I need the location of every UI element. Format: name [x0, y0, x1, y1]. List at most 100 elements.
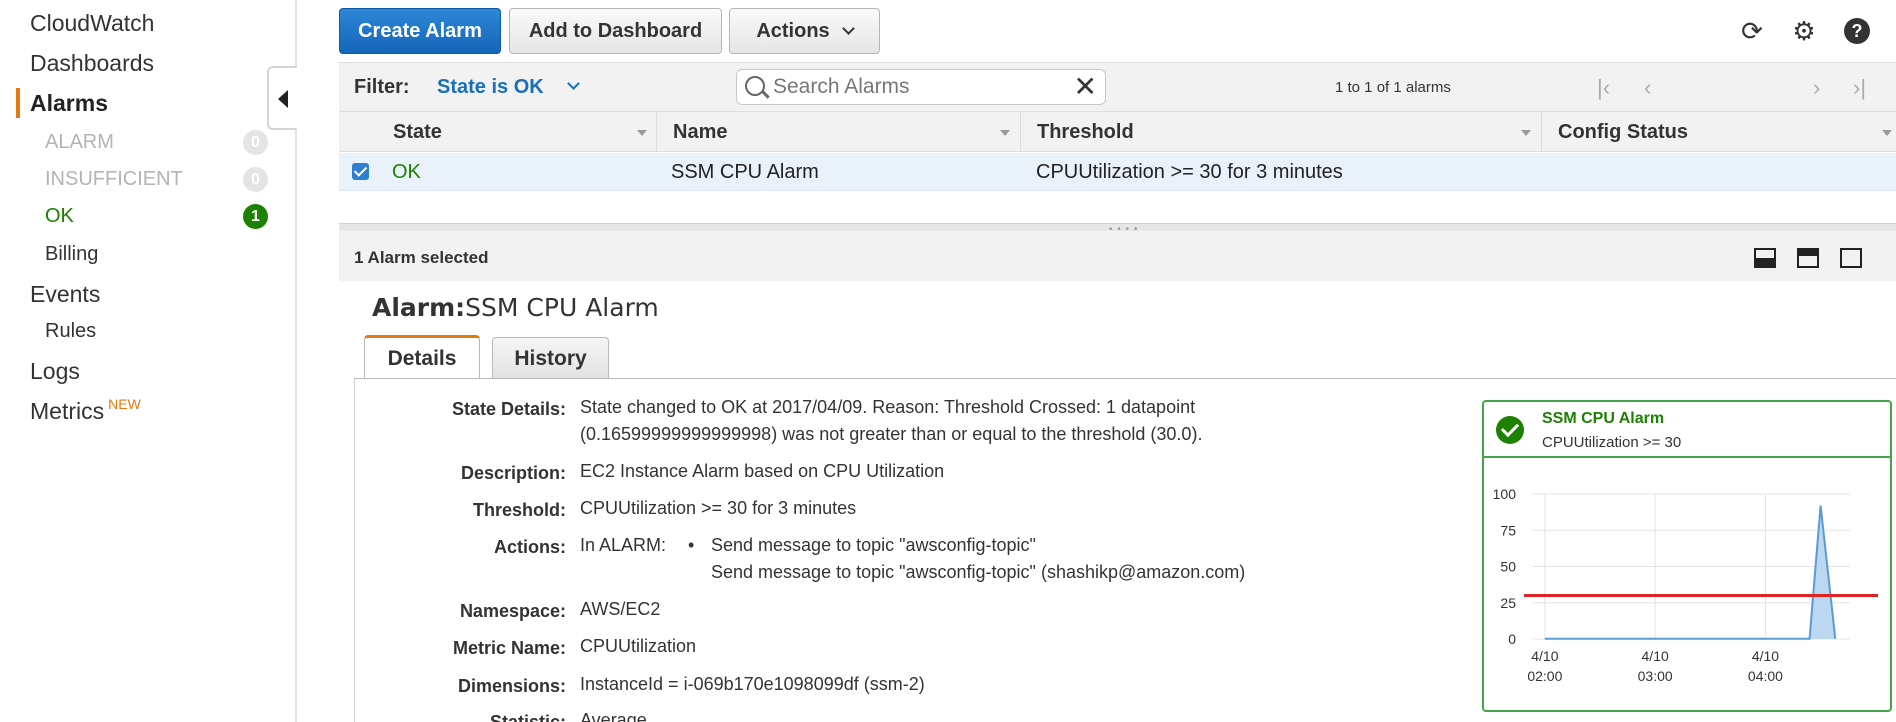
y-tick-label: 0 — [1508, 631, 1516, 647]
new-badge: NEW — [108, 396, 141, 412]
sidebar-item-billing[interactable]: Billing — [45, 243, 98, 266]
mini-chart-plot: 0 25 50 75 100 4/10 02:00 4/10 03:00 4/10 04:00 — [1493, 486, 1878, 684]
create-alarm-button[interactable]: Create Alarm — [339, 8, 501, 54]
mini-chart-subtitle: CPUUtilization >= 30 — [1542, 434, 1682, 451]
x-tick-label: 4/10 — [1752, 648, 1779, 664]
alarm-title: Alarm:SSM CPU Alarm — [372, 293, 659, 322]
row-state: OK — [392, 161, 421, 183]
column-header-threshold[interactable]: Threshold — [1037, 121, 1134, 144]
row-threshold: CPUUtilization >= 30 for 3 minutes — [1036, 161, 1343, 183]
tab-history[interactable]: History — [492, 337, 609, 379]
first-page-icon[interactable]: |‹ — [1597, 75, 1610, 101]
sort-caret-icon[interactable] — [1521, 130, 1531, 136]
table-row[interactable]: OK SSM CPU Alarm CPUUtilization >= 30 fo… — [339, 153, 1896, 191]
sort-caret-icon[interactable] — [637, 130, 647, 136]
column-header-config-status[interactable]: Config Status — [1558, 121, 1688, 144]
state-details-value-line1: State changed to OK at 2017/04/09. Reaso… — [580, 397, 1196, 417]
collapse-sidebar-button[interactable] — [267, 66, 297, 130]
selection-bar: 1 Alarm selected — [339, 231, 1896, 281]
row-checkbox[interactable] — [352, 163, 369, 180]
actions-state: In ALARM: — [580, 535, 667, 555]
layout-bottom-icon[interactable] — [1754, 248, 1776, 268]
description-value: EC2 Instance Alarm based on CPU Utilizat… — [580, 461, 945, 481]
clear-search-icon[interactable]: ✕ — [1074, 72, 1097, 102]
sidebar-item-cloudwatch[interactable]: CloudWatch — [30, 10, 154, 37]
y-tick-label: 75 — [1500, 522, 1516, 538]
panel-resize-handle[interactable]: • • • • — [339, 223, 1896, 235]
svg-text:?: ? — [1852, 21, 1863, 41]
search-icon — [745, 76, 765, 96]
sort-caret-icon[interactable] — [1000, 130, 1010, 136]
column-divider — [1541, 112, 1542, 152]
x-tick-label: 4/10 — [1531, 648, 1558, 664]
action-item: Send message to topic "awsconfig-topic" — [711, 535, 1036, 555]
state-details-label: State Details: — [451, 399, 566, 419]
next-page-icon[interactable]: › — [1813, 75, 1820, 101]
row-name: SSM CPU Alarm — [671, 161, 819, 183]
previous-page-icon[interactable]: ‹ — [1644, 75, 1651, 101]
add-to-dashboard-button[interactable]: Add to Dashboard — [509, 8, 722, 54]
sidebar-item-ok-state[interactable]: OK — [45, 205, 74, 228]
mini-chart-header: SSM CPU Alarm CPUUtilization >= 30 — [1484, 402, 1890, 458]
insufficient-count-badge: 0 — [243, 167, 268, 192]
sort-caret-icon[interactable] — [1882, 130, 1892, 136]
help-icon[interactable]: ? — [1842, 16, 1872, 46]
dimensions-value: InstanceId = i-069b170e1098099df (ssm-2) — [580, 674, 925, 694]
alarm-count-badge: 0 — [243, 130, 268, 155]
last-page-icon[interactable]: ›| — [1853, 75, 1866, 101]
column-divider — [656, 112, 657, 152]
column-header-name[interactable]: Name — [673, 121, 727, 144]
y-tick-label: 25 — [1500, 595, 1516, 611]
x-tick-label: 4/10 — [1642, 648, 1669, 664]
active-item-marker — [16, 88, 20, 118]
metric-name-value: CPUUtilization — [580, 636, 697, 656]
tab-details[interactable]: Details — [364, 335, 480, 379]
sidebar-item-metrics[interactable]: Metrics NEW — [30, 396, 141, 425]
threshold-label: Threshold: — [473, 500, 566, 520]
ok-count-badge: 1 — [243, 204, 268, 229]
statistic-value: Average — [580, 710, 647, 722]
sidebar-item-rules[interactable]: Rules — [45, 320, 96, 343]
namespace-value: AWS/EC2 — [580, 599, 661, 619]
x-tick-label: 02:00 — [1527, 668, 1562, 684]
alarm-mini-chart[interactable]: SSM CPU Alarm CPUUtilization >= 30 0 25 50… — [1482, 400, 1892, 712]
actions-button[interactable]: Actions — [729, 8, 880, 54]
dimensions-label: Dimensions: — [457, 676, 566, 696]
chevron-down-icon — [841, 21, 855, 35]
sidebar-item-alarms[interactable]: Alarms — [30, 90, 108, 117]
column-divider — [1020, 112, 1021, 152]
sidebar-item-events[interactable]: Events — [30, 281, 100, 308]
filter-dropdown[interactable]: State is OK — [437, 76, 544, 99]
search-input[interactable] — [773, 73, 1063, 101]
filter-label: Filter: — [354, 76, 410, 98]
refresh-icon[interactable]: ⟳ — [1737, 16, 1767, 46]
actions-button-label: Actions — [756, 19, 830, 42]
sidebar-item-insufficient-state[interactable]: INSUFFICIENT — [45, 168, 183, 191]
description-label: Description: — [460, 463, 566, 483]
y-tick-label: 50 — [1500, 559, 1516, 575]
filter-bar: Filter: State is OK ✕ |‹ ‹ 1 to 1 of 1 a… — [339, 62, 1896, 112]
layout-full-icon[interactable] — [1840, 248, 1862, 268]
threshold-value: CPUUtilization >= 30 for 3 minutes — [580, 498, 857, 518]
sidebar-item-dashboards[interactable]: Dashboards — [30, 50, 154, 77]
x-tick-label: 03:00 — [1638, 668, 1673, 684]
ok-check-icon — [1496, 416, 1524, 444]
pagination-text: 1 to 1 of 1 alarms — [1335, 79, 1451, 96]
mini-chart-title: SSM CPU Alarm — [1542, 410, 1665, 427]
series-line — [1544, 505, 1837, 640]
column-header-state[interactable]: State — [393, 121, 442, 144]
sidebar-item-logs[interactable]: Logs — [30, 358, 80, 385]
y-tick-label: 100 — [1493, 486, 1517, 502]
sidebar-item-alarm-state[interactable]: ALARM — [45, 131, 114, 154]
selection-count: 1 Alarm selected — [354, 248, 489, 267]
alarm-title-prefix: Alarm: — [372, 293, 466, 322]
metric-name-label: Metric Name: — [452, 638, 566, 658]
alarm-title-name: SSM CPU Alarm — [465, 293, 659, 322]
chevron-down-icon[interactable] — [567, 77, 580, 90]
actions-label: Actions: — [494, 537, 566, 557]
layout-split-icon[interactable] — [1797, 248, 1819, 268]
series-area — [1544, 505, 1836, 639]
gear-icon[interactable]: ⚙ — [1789, 16, 1819, 46]
sidebar: CloudWatch Dashboards Alarms ALARM 0 INS… — [0, 0, 297, 722]
x-tick-label: 04:00 — [1748, 668, 1783, 684]
